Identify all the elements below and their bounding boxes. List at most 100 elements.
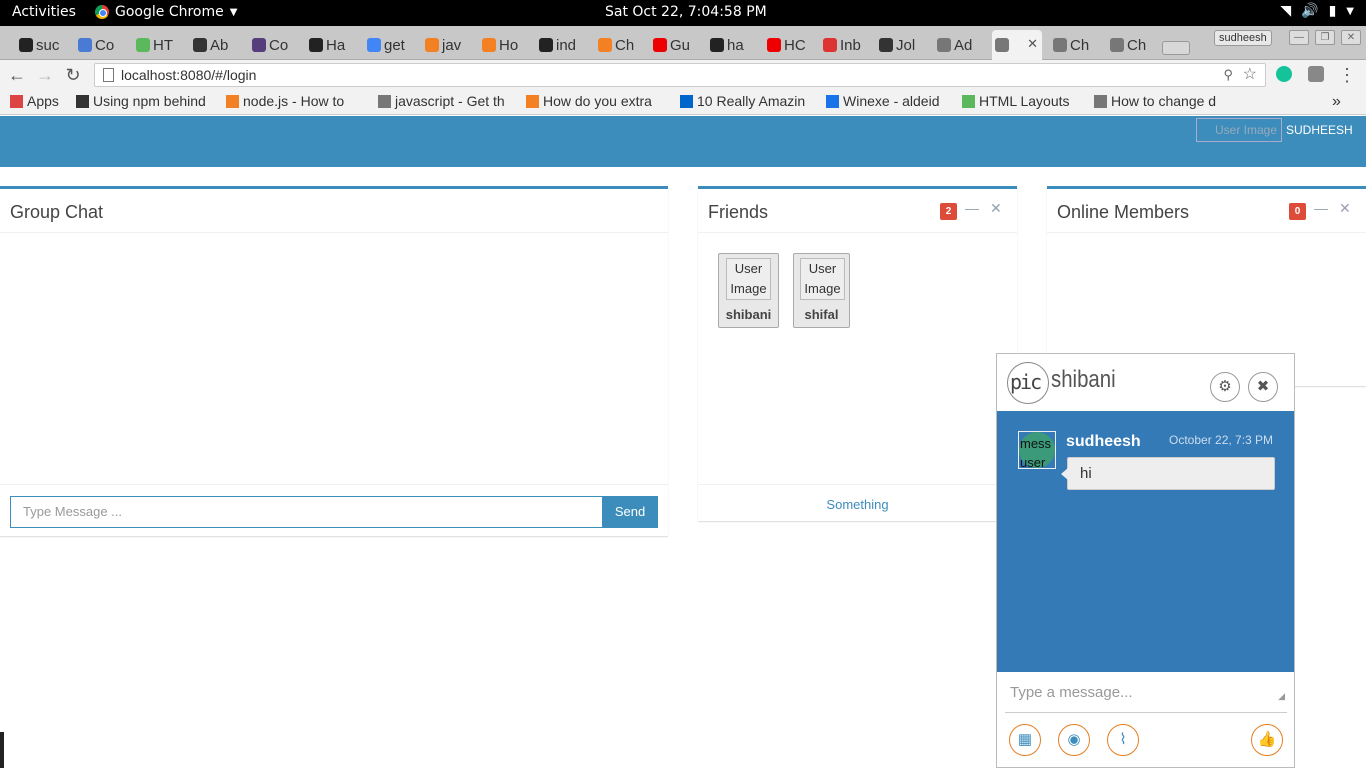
browser-tab[interactable]: Jol [876,30,930,60]
browser-tab[interactable]: Inb [820,30,874,60]
resize-grip-icon[interactable]: ◢ [1278,682,1285,710]
minus-icon[interactable]: — [1314,200,1328,216]
angellist-icon [879,38,893,52]
stackoverflow-icon [425,38,439,52]
browser-tab[interactable]: HC [764,30,818,60]
close-icon[interactable]: ✕ [1339,200,1351,217]
browser-tab[interactable]: Co [249,30,303,60]
key-icon[interactable]: ⚲ [1223,64,1233,86]
bookmark-item[interactable]: How to change d [1094,93,1216,109]
address-bar[interactable]: localhost:8080/#/login ⚲ ☆ [94,63,1266,87]
battery-icon: ▮ [1328,3,1337,19]
browser-toolbar: ← → ↻ localhost:8080/#/login ⚲ ☆ ⋮ [0,60,1366,90]
browser-tab[interactable]: Ha [306,30,360,60]
browser-tab[interactable]: ha [707,30,761,60]
browser-tab[interactable]: jav [422,30,476,60]
bookmark-item[interactable]: 10 Really Amazin [680,93,805,109]
browser-tab[interactable]: Ch [595,30,649,60]
contact-name: shibani [1051,366,1116,393]
contact-avatar: pic [1007,362,1049,404]
friend-image: User Image [800,258,845,300]
maximize-window-button[interactable]: ❐ [1315,30,1335,45]
profile-name[interactable]: sudheesh [1214,30,1272,46]
browser-tab[interactable]: get [364,30,418,60]
minus-icon[interactable]: — [965,200,979,216]
online-count-badge: 0 [1289,203,1306,220]
aldeid-icon [826,94,839,108]
forward-arrow-icon[interactable]: → [34,64,56,86]
bookmark-item[interactable]: Using npm behind [76,93,206,109]
gmail-icon [823,38,837,52]
message-sender: sudheesh [1066,433,1141,450]
tab-label: Ha [326,36,346,54]
video-icon[interactable]: ▦ [1009,724,1041,756]
user-name[interactable]: SUDHEESH [1286,123,1353,137]
system-tray[interactable]: ◥ 🔊 ▮ ▼ [1280,3,1354,19]
close-icon[interactable]: ✖ [1248,372,1278,402]
user-image[interactable]: User Image [1196,118,1282,142]
friend-card[interactable]: User Image shifal [793,253,850,328]
bookmark-star-icon[interactable]: ☆ [1243,64,1257,86]
clock[interactable]: Sat Oct 22, 7:04:58 PM [605,4,767,20]
minimize-window-button[interactable]: — [1289,30,1309,45]
close-icon[interactable]: ✕ [990,200,1002,217]
grammarly-icon[interactable] [1276,66,1292,82]
tab-label: suc [36,36,60,54]
new-tab-button[interactable] [1162,30,1194,60]
activities-button[interactable]: Activities [12,4,76,20]
browser-tab[interactable]: ✕ [992,30,1042,60]
group-chat-footer: Type Message ... Send [0,484,668,539]
extension-icon[interactable] [1308,66,1324,82]
browser-tab[interactable]: Ab [190,30,244,60]
browser-tab[interactable]: Ch [1107,30,1161,60]
thumbs-up-icon[interactable]: 👍 [1251,724,1283,756]
stackoverflow-icon [598,38,612,52]
browser-tab[interactable]: ind [536,30,590,60]
browser-tab[interactable]: Ho [479,30,533,60]
friend-card[interactable]: User Image shibani [718,253,779,328]
close-tab-icon[interactable]: ✕ [1027,36,1038,52]
bookmark-item[interactable]: Apps [10,93,59,109]
paperclip-icon[interactable]: ⌇ [1107,724,1139,756]
codepen-icon [193,38,207,52]
chat-popup: pic shibani ⚙ ✖ mess user sudheesh Octob… [996,353,1295,768]
app-menu[interactable]: Google Chrome ▼ [95,4,237,20]
more-bookmarks-icon[interactable]: » [1332,93,1341,111]
browser-tab[interactable]: Ad [934,30,988,60]
bookmark-item[interactable]: javascript - Get th [378,93,505,109]
friends-box: Friends 2 — ✕ User Image shibani User Im… [698,186,1017,521]
browser-tab[interactable]: suc [16,30,70,60]
bookmark-item[interactable]: node.js - How to [226,93,344,109]
tab-label: Ho [499,36,519,54]
friend-name: shibani [725,307,772,322]
html-layouts-icon [962,94,975,108]
bookmark-item[interactable]: HTML Layouts [962,93,1070,109]
close-window-button[interactable]: ✕ [1341,30,1361,45]
bookmark-item[interactable]: Winexe - aldeid [826,93,940,109]
browser-tab[interactable]: HT [133,30,187,60]
page-icon [1094,94,1107,108]
bookmark-item[interactable]: How do you extra [526,93,652,109]
bookmark-label: HTML Layouts [979,93,1070,109]
chat-message-input[interactable]: Type a message... ◢ [1005,679,1287,713]
gear-icon[interactable]: ⚙ [1210,372,1240,402]
bookmark-label: Winexe - aldeid [843,93,940,109]
bookmark-label: How to change d [1111,93,1217,109]
bookmark-label: 10 Really Amazin [697,93,806,109]
chat-messages: mess user sudheesh October 22, 7:3 PM hi [997,411,1294,672]
browser-tab[interactable]: Gu [650,30,704,60]
group-message-input[interactable]: Type Message ... [10,496,603,528]
friend-name: shifal [804,307,839,322]
camera-icon[interactable]: ◉ [1058,724,1090,756]
menu-kebab-icon[interactable]: ⋮ [1336,64,1358,86]
browser-tab[interactable]: Co [75,30,129,60]
tab-label: Gu [670,36,691,54]
tab-label: jav [442,36,462,54]
reload-icon[interactable]: ↻ [62,64,84,86]
back-arrow-icon[interactable]: ← [6,64,28,86]
browser-tab[interactable]: Ch [1050,30,1104,60]
box-title: Friends [708,202,769,222]
message-timestamp: October 22, 7:3 PM [1169,433,1274,447]
send-button[interactable]: Send [602,496,658,528]
friends-footer-link[interactable]: Something [698,484,1017,524]
